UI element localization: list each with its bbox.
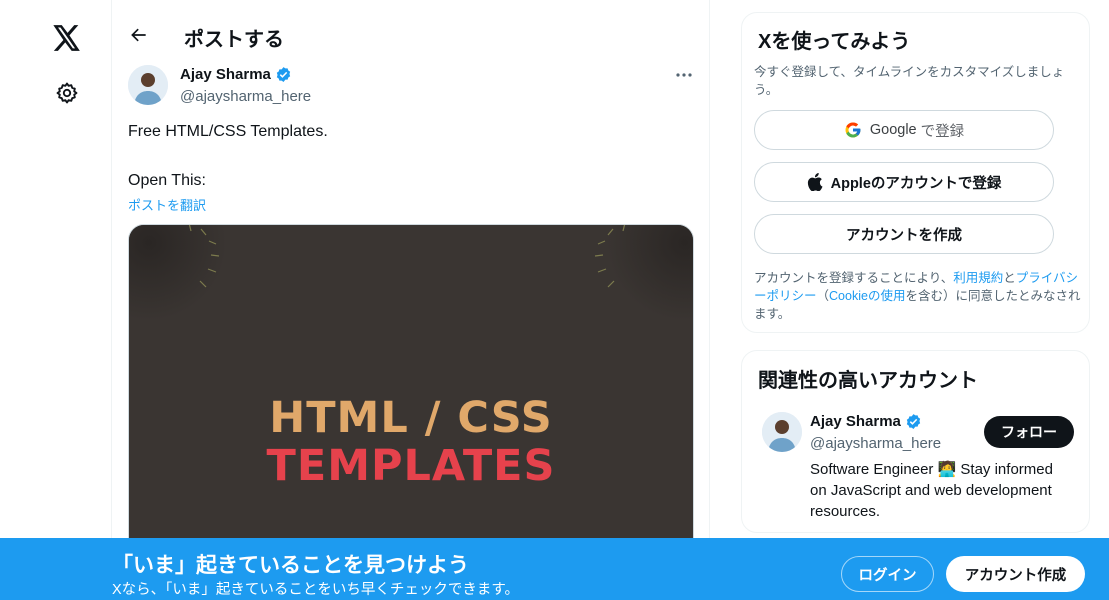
banner-title: 「いま」起きていることを見つけよう xyxy=(112,554,469,577)
x-logo-icon[interactable] xyxy=(44,15,90,61)
page-title: ポストする xyxy=(184,29,284,51)
follow-button[interactable]: フォロー xyxy=(984,416,1074,448)
author-handle[interactable]: @ajaysharma_here xyxy=(180,88,311,105)
post-text-line2: Open This: xyxy=(128,172,206,189)
create-account-button[interactable]: アカウントを作成 xyxy=(754,214,1054,254)
google-icon xyxy=(844,121,862,139)
media-title-line1: HTML / CSS xyxy=(269,393,553,443)
related-name-row: Ajay Sharma xyxy=(810,413,922,430)
create-account-label: アカウントを作成 xyxy=(846,227,962,244)
post-media-image[interactable]: HTML / CSS TEMPLATES xyxy=(128,224,694,554)
verified-badge-icon xyxy=(275,66,292,83)
related-name[interactable]: Ajay Sharma xyxy=(810,413,901,430)
bottom-signup-banner: 「いま」起きていることを見つけよう Xなら、「いま」起きていることをいち早くチェ… xyxy=(0,538,1109,600)
apple-signup-button[interactable]: Appleのアカウントで登録 xyxy=(754,162,1054,202)
back-arrow-icon[interactable] xyxy=(122,18,156,52)
terms-paren: （ xyxy=(816,289,830,303)
apple-signup-label: Appleのアカウントで登録 xyxy=(830,175,1002,192)
related-title: 関連性の高いアカウント xyxy=(758,370,978,392)
terms-and: と xyxy=(1003,271,1016,285)
terms-prefix: アカウントを登録することにより、 xyxy=(754,271,954,285)
left-nav xyxy=(0,0,112,600)
login-button[interactable]: ログイン xyxy=(841,556,934,592)
more-options-icon[interactable] xyxy=(668,62,700,88)
signup-subtitle: 今すぐ登録して、タイムラインをカスタマイズしましょう。 xyxy=(754,65,1065,97)
google-signup-button[interactable]: Google で登録 xyxy=(754,110,1054,150)
main-column: ポストする Ajay Sharma @ajaysharma_here Free … xyxy=(112,0,710,600)
verified-badge-icon xyxy=(905,413,922,430)
author-name-row: Ajay Sharma xyxy=(180,66,292,83)
translate-post-link[interactable]: ポストを翻訳 xyxy=(128,195,206,214)
google-signup-suffix: で登録 xyxy=(920,123,965,140)
post-text-line1: Free HTML/CSS Templates. xyxy=(128,123,328,140)
author-name[interactable]: Ajay Sharma xyxy=(180,66,271,83)
related-avatar[interactable] xyxy=(762,412,802,452)
signup-card: Xを使ってみよう 今すぐ登録して、タイムラインをカスタマイズしましょう。 Goo… xyxy=(741,12,1090,333)
related-handle[interactable]: @ajaysharma_here xyxy=(810,435,941,452)
terms-of-service-link[interactable]: 利用規約 xyxy=(953,271,1003,285)
media-title-line2: TEMPLATES xyxy=(266,441,556,491)
google-signup-label: Google xyxy=(869,122,917,138)
signup-title: Xを使ってみよう xyxy=(758,31,911,53)
top-bar: ポストする xyxy=(112,0,710,72)
banner-subtitle: Xなら、「いま」起きていることをいち早くチェックできます。 xyxy=(112,582,519,598)
banner-create-account-button[interactable]: アカウント作成 xyxy=(946,556,1085,592)
author-avatar[interactable] xyxy=(128,65,168,105)
related-bio: Software Engineer 🧑‍💻 Stay informed on J… xyxy=(810,461,1053,520)
apple-icon xyxy=(807,173,823,191)
gear-icon[interactable] xyxy=(44,70,90,116)
terms-notice: アカウントを登録することにより、利用規約とプライバシーポリシー（Cookieの使… xyxy=(754,269,1084,323)
related-accounts-card: 関連性の高いアカウント Ajay Sharma @ajaysharma_here… xyxy=(741,350,1090,533)
cookie-use-link[interactable]: Cookieの使用 xyxy=(829,289,905,303)
